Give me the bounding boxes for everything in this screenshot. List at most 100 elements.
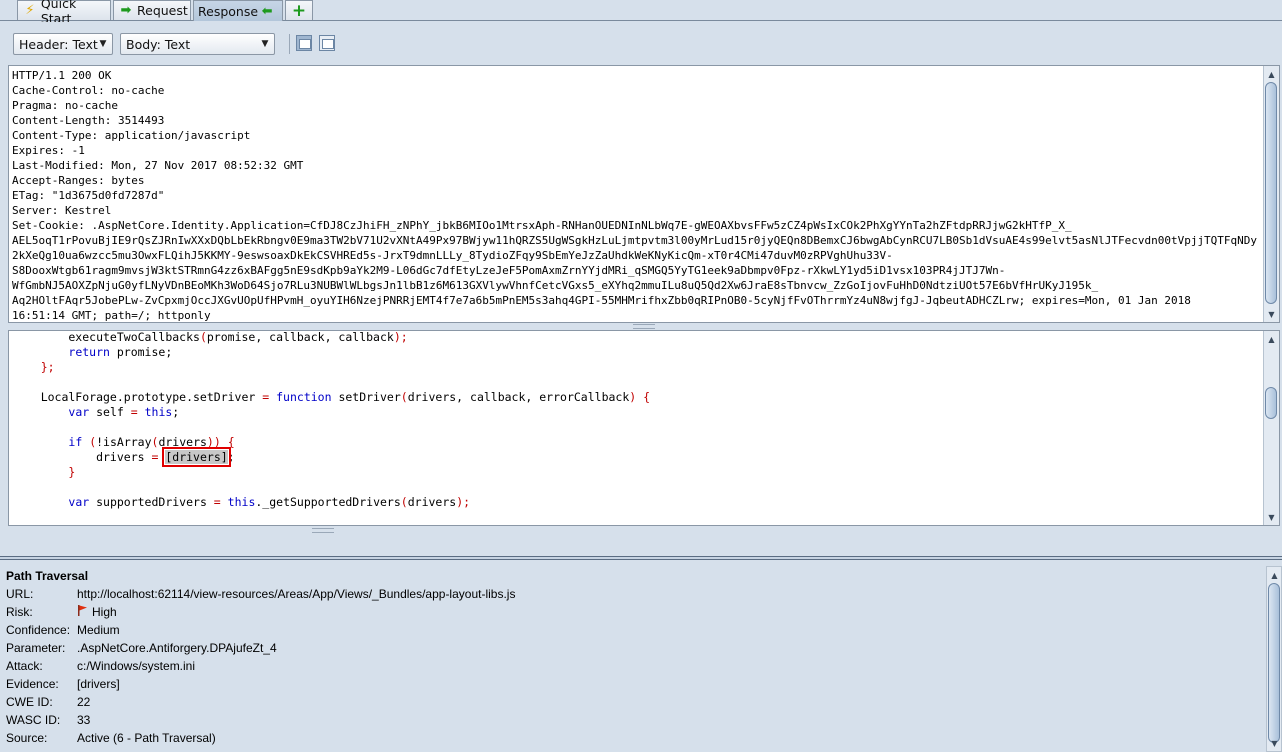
split-view-icon xyxy=(299,39,311,49)
tab-quick-start[interactable]: ⚡ Quick Start xyxy=(17,0,111,26)
code-token: = xyxy=(130,405,138,419)
scrollbar-thumb[interactable] xyxy=(1265,82,1277,304)
code-token: { xyxy=(227,435,235,449)
body-view-value: Body: Text xyxy=(126,36,191,52)
code-line: executeTwoCallbacks(promise, callback, c… xyxy=(13,330,650,345)
code-token: }; xyxy=(40,360,55,374)
code-line: drivers = [drivers]; xyxy=(13,447,650,467)
code-token: ._getSupportedDrivers xyxy=(255,495,401,509)
code-token: var xyxy=(68,405,90,419)
header-body-splitter[interactable] xyxy=(633,324,655,329)
code-token: promise; xyxy=(109,345,173,359)
alert-row-value: Active (6 - Path Traversal) xyxy=(77,731,216,745)
arrow-right-icon: ➡ xyxy=(120,3,132,18)
code-token: self xyxy=(89,405,131,419)
code-line: }; xyxy=(13,360,650,375)
scroll-up-icon[interactable]: ▲ xyxy=(1264,67,1279,81)
tab-response-label: Response xyxy=(198,3,259,19)
alert-row: URL: http://localhost:62114/view-resource… xyxy=(6,585,515,603)
alert-row-value: http://localhost:62114/view-resources/Ar… xyxy=(77,587,515,601)
alert-row-label: Evidence: xyxy=(6,677,59,691)
code-token: !isArray xyxy=(96,435,152,449)
alert-scrollbar[interactable]: ▲ ▼ xyxy=(1266,566,1282,752)
lightning-icon: ⚡ xyxy=(25,3,35,18)
code-token: supportedDrivers xyxy=(89,495,214,509)
alert-row: Attack: c:/Windows/system.ini xyxy=(6,657,195,675)
code-token: ( xyxy=(400,495,408,509)
code-token: ); xyxy=(393,330,408,344)
tab-request[interactable]: ➡ Request xyxy=(113,0,191,20)
tab-response[interactable]: Response ⬅ xyxy=(193,0,283,21)
alert-row-label: URL: xyxy=(6,587,34,601)
alert-row: Source: Active (6 - Path Traversal) xyxy=(6,729,216,747)
scroll-up-icon[interactable]: ▲ xyxy=(1264,332,1279,346)
alert-details-panel: Path Traversal URL: http://localhost:6211… xyxy=(0,566,1282,752)
code-token: this xyxy=(227,495,256,509)
alert-row-value-text: http://localhost:62114/view-resources/Ar… xyxy=(77,587,516,601)
code-token: return xyxy=(68,345,110,359)
chevron-down-icon: ▼ xyxy=(99,39,107,49)
code-token: promise, callback, callback xyxy=(206,330,394,344)
code-line: if (!isArray(drivers)) { xyxy=(13,435,650,450)
code-line: } xyxy=(13,465,650,480)
alert-row-label: Risk: xyxy=(6,605,33,619)
alert-row-label: CWE ID: xyxy=(6,695,53,709)
side-view-button[interactable] xyxy=(319,35,335,51)
alert-row: Confidence: Medium xyxy=(6,621,120,639)
scroll-down-icon[interactable]: ▼ xyxy=(1264,510,1279,524)
arrow-left-icon: ⬅ xyxy=(261,3,273,19)
alert-row-value: [drivers] xyxy=(77,677,120,691)
body-bottom-splitter[interactable] xyxy=(312,528,334,533)
code-token: ; xyxy=(227,450,235,464)
response-header-panel[interactable]: HTTP/1.1 200 OK Cache-Control: no-cache … xyxy=(8,65,1280,323)
body-scrollbar[interactable]: ▲ ▼ xyxy=(1263,331,1279,525)
response-body-code[interactable]: executeTwoCallbacks(promise, callback, c… xyxy=(13,330,650,510)
code-line: LocalForage.prototype.setDriver = functi… xyxy=(13,390,650,405)
alert-row-value: High xyxy=(77,605,117,619)
alert-row-value-text: Medium xyxy=(77,623,120,637)
side-view-icon xyxy=(322,39,334,49)
scrollbar-thumb[interactable] xyxy=(1265,387,1277,419)
scroll-down-icon[interactable]: ▼ xyxy=(1267,736,1282,750)
scroll-up-icon[interactable]: ▲ xyxy=(1267,568,1282,582)
header-view-select[interactable]: Header: Text ▼ xyxy=(13,33,113,55)
red-flag-icon xyxy=(78,605,87,616)
code-token: drivers xyxy=(407,495,457,509)
body-view-select[interactable]: Body: Text ▼ xyxy=(120,33,275,55)
response-header-text[interactable]: HTTP/1.1 200 OK Cache-Control: no-cache … xyxy=(12,68,1260,322)
alert-row-value-text: .AspNetCore.Antiforgery.DPAjufeZt_4 xyxy=(77,641,277,655)
split-view-button[interactable] xyxy=(296,35,312,51)
code-token: drivers, callback, errorCallback xyxy=(407,390,630,404)
toolbar-separator xyxy=(289,34,290,54)
response-body-panel[interactable]: executeTwoCallbacks(promise, callback, c… xyxy=(8,330,1280,526)
scrollbar-thumb[interactable] xyxy=(1268,583,1280,743)
tab-request-label: Request xyxy=(137,3,188,18)
view-toolbar: Header: Text ▼ Body: Text ▼ xyxy=(0,22,1282,64)
alert-row-value: .AspNetCore.Antiforgery.DPAjufeZt_4 xyxy=(77,641,277,655)
alert-row-value: Medium xyxy=(77,623,120,637)
code-token: { xyxy=(643,390,651,404)
chevron-down-icon: ▼ xyxy=(261,39,269,49)
alert-row-value-text: 22 xyxy=(77,695,91,709)
scroll-down-icon[interactable]: ▼ xyxy=(1264,307,1279,321)
code-token: this xyxy=(144,405,173,419)
code-token: = xyxy=(213,495,221,509)
panel-divider[interactable] xyxy=(0,556,1282,560)
code-token: ( xyxy=(199,330,207,344)
code-token: setDriver xyxy=(331,390,401,404)
add-tab-button[interactable]: + xyxy=(285,0,313,21)
alert-row: CWE ID: 22 xyxy=(6,693,90,711)
code-token: function xyxy=(276,390,332,404)
header-scrollbar[interactable]: ▲ ▼ xyxy=(1263,66,1279,322)
evidence-highlight: [drivers] xyxy=(162,447,231,467)
alert-row-label: Parameter: xyxy=(6,641,66,655)
alert-row-value: c:/Windows/system.ini xyxy=(77,659,195,673)
